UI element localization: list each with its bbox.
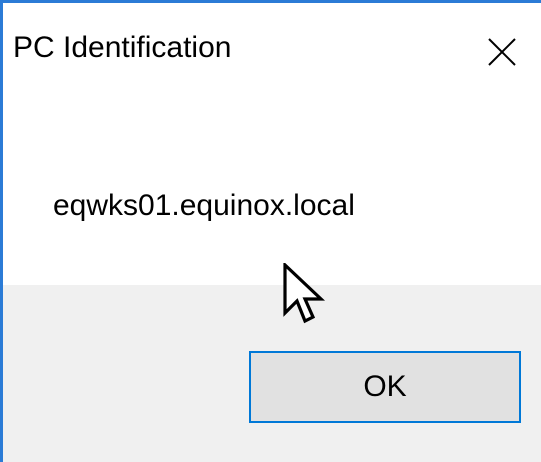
close-icon [488,38,516,66]
dialog-title: PC Identification [13,31,232,64]
dialog-footer: OK [3,285,541,462]
ok-button[interactable]: OK [249,351,521,423]
pc-identification-dialog: PC Identification eqwks01.equinox.local … [0,0,541,462]
title-bar[interactable]: PC Identification [3,3,541,103]
mouse-pointer-icon [283,263,326,324]
computer-name-text: eqwks01.equinox.local [53,189,355,222]
close-button[interactable] [461,3,541,103]
dialog-content: eqwks01.equinox.local [3,103,541,285]
